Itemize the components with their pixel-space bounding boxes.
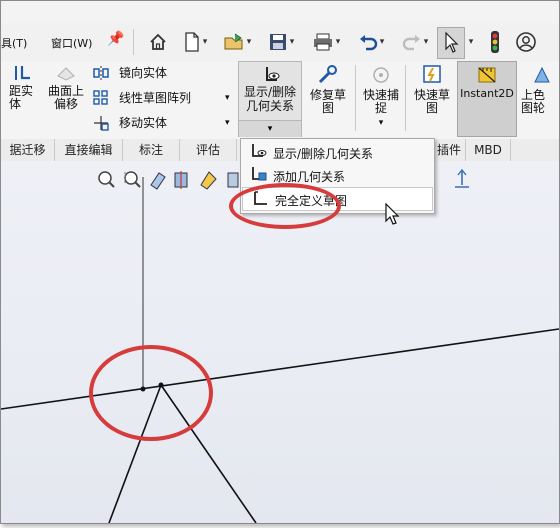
offset-on-surface-label-2: 偏移 xyxy=(53,97,78,111)
quick-snaps-label-2: 捉 xyxy=(374,101,387,115)
move-entities-button[interactable]: 移动实体 ▾ xyxy=(93,115,237,133)
mirror-entities-label: 镜向实体 xyxy=(119,66,168,80)
new-document-icon[interactable]: ▾ xyxy=(177,29,213,55)
shaded-contours-label-2: 图轮 xyxy=(521,101,546,115)
rapid-sketch-icon xyxy=(423,65,441,83)
highlight-oval-origin xyxy=(89,345,213,441)
undo-icon[interactable]: ▾ xyxy=(353,29,389,55)
tab-direct-editing[interactable]: 直接编辑 xyxy=(55,139,123,161)
save-icon[interactable]: ▾ xyxy=(263,29,299,55)
instant2d-label: Instant2D xyxy=(460,87,514,100)
offset-entities-icon xyxy=(15,66,30,80)
menu-window[interactable]: 窗口(W) xyxy=(51,35,92,51)
menu-item-add-relation[interactable]: 添加几何关系 xyxy=(241,164,434,186)
rapid-sketch-button[interactable]: 快速草 图 xyxy=(409,61,455,123)
user-account-icon[interactable] xyxy=(513,29,539,55)
linear-sketch-pattern-button[interactable]: 线性草图阵列 ▾ xyxy=(93,90,237,108)
offset-entities-label-2: 体 xyxy=(9,97,22,111)
print-icon[interactable]: ▾ xyxy=(308,29,344,55)
select-pointer-button[interactable] xyxy=(437,27,465,59)
linear-pattern-dropdown-icon[interactable]: ▾ xyxy=(225,91,230,105)
menu-tools[interactable]: 具(T) xyxy=(1,35,27,51)
display-delete-relations-label-1: 显示/删除 xyxy=(243,85,297,99)
offset-on-surface-icon xyxy=(57,67,75,81)
shaded-contours-icon xyxy=(534,66,550,83)
move-entities-dropdown-icon[interactable]: ▾ xyxy=(225,116,230,130)
tab-markup[interactable]: 标注 xyxy=(123,139,180,161)
open-folder-icon[interactable]: ▾ xyxy=(219,29,255,55)
quick-snaps-dropdown-icon[interactable]: ▾ xyxy=(359,117,403,130)
mirror-entities-button[interactable]: 镜向实体 xyxy=(93,65,223,83)
display-relations-icon xyxy=(266,67,280,81)
move-entities-label: 移动实体 xyxy=(119,116,168,130)
quick-snaps-icon xyxy=(373,67,389,83)
tab-evaluate[interactable]: 评估 xyxy=(180,139,237,161)
title-strip xyxy=(1,1,559,24)
sketch-ribbon: 距实 体 曲面上 偏移 镜向实体 线性草图阵列 ▾ 移动实体 ▾ 显示/删除 几 xyxy=(1,61,559,140)
highlight-oval-menu-item xyxy=(229,183,341,229)
repair-sketch-button[interactable]: 修复草 图 xyxy=(305,61,351,123)
repair-sketch-label-2: 图 xyxy=(321,101,334,115)
relations-dropdown-arrow[interactable]: ▾ xyxy=(239,120,301,137)
ribbon-separator xyxy=(355,65,356,131)
mouse-cursor-icon xyxy=(385,203,400,225)
ribbon-separator xyxy=(405,65,406,131)
offset-entities-button[interactable]: 距实 体 xyxy=(1,61,39,123)
instant2d-button[interactable]: Instant2D xyxy=(457,61,517,137)
rapid-sketch-label-2: 图 xyxy=(425,101,438,115)
solidworks-window: 具(T) 窗口(W) 📌 ▾ ▾ ▾ ▾ ▾ ▾ ▾ 距实 体 曲面上 偏移 镜… xyxy=(0,0,560,524)
quick-snaps-button[interactable]: 快速捕 捉 ▾ xyxy=(359,61,403,128)
shaded-sketch-contours-button[interactable]: 上色 图轮 xyxy=(519,61,559,123)
add-relation-icon xyxy=(252,167,267,181)
toolbar-separator xyxy=(133,29,134,55)
select-dropdown-icon[interactable]: ▾ xyxy=(465,29,475,55)
move-icon xyxy=(94,116,109,131)
offset-on-surface-button[interactable]: 曲面上 偏移 xyxy=(45,61,87,123)
redo-icon[interactable]: ▾ xyxy=(397,29,433,55)
pin-icon[interactable]: 📌 xyxy=(107,31,124,47)
tab-mbd[interactable]: MBD xyxy=(466,139,511,161)
menu-item-display-delete-relations[interactable]: 显示/删除几何关系 xyxy=(241,141,434,163)
linear-sketch-pattern-label: 线性草图阵列 xyxy=(119,91,192,105)
linear-pattern-icon xyxy=(93,90,108,105)
menu-item-display-delete-relations-label: 显示/删除几何关系 xyxy=(273,147,374,161)
sketch-line-horizontal xyxy=(1,328,559,410)
repair-sketch-icon xyxy=(318,65,337,84)
display-delete-relations-button[interactable]: 显示/删除 几何关系 ▾ xyxy=(238,61,302,137)
standard-toolbar: 具(T) 窗口(W) 📌 ▾ ▾ ▾ ▾ ▾ ▾ ▾ xyxy=(1,23,559,62)
instant2d-icon xyxy=(478,67,496,83)
traffic-light-icon[interactable] xyxy=(485,29,505,55)
home-icon[interactable] xyxy=(146,29,170,55)
mirror-icon xyxy=(93,66,109,80)
display-relations-icon xyxy=(252,144,267,157)
tab-data-migration[interactable]: 据迁移 xyxy=(1,139,55,161)
display-delete-relations-label-2: 几何关系 xyxy=(245,99,294,113)
tab-addins[interactable]: 插件 xyxy=(431,139,466,161)
